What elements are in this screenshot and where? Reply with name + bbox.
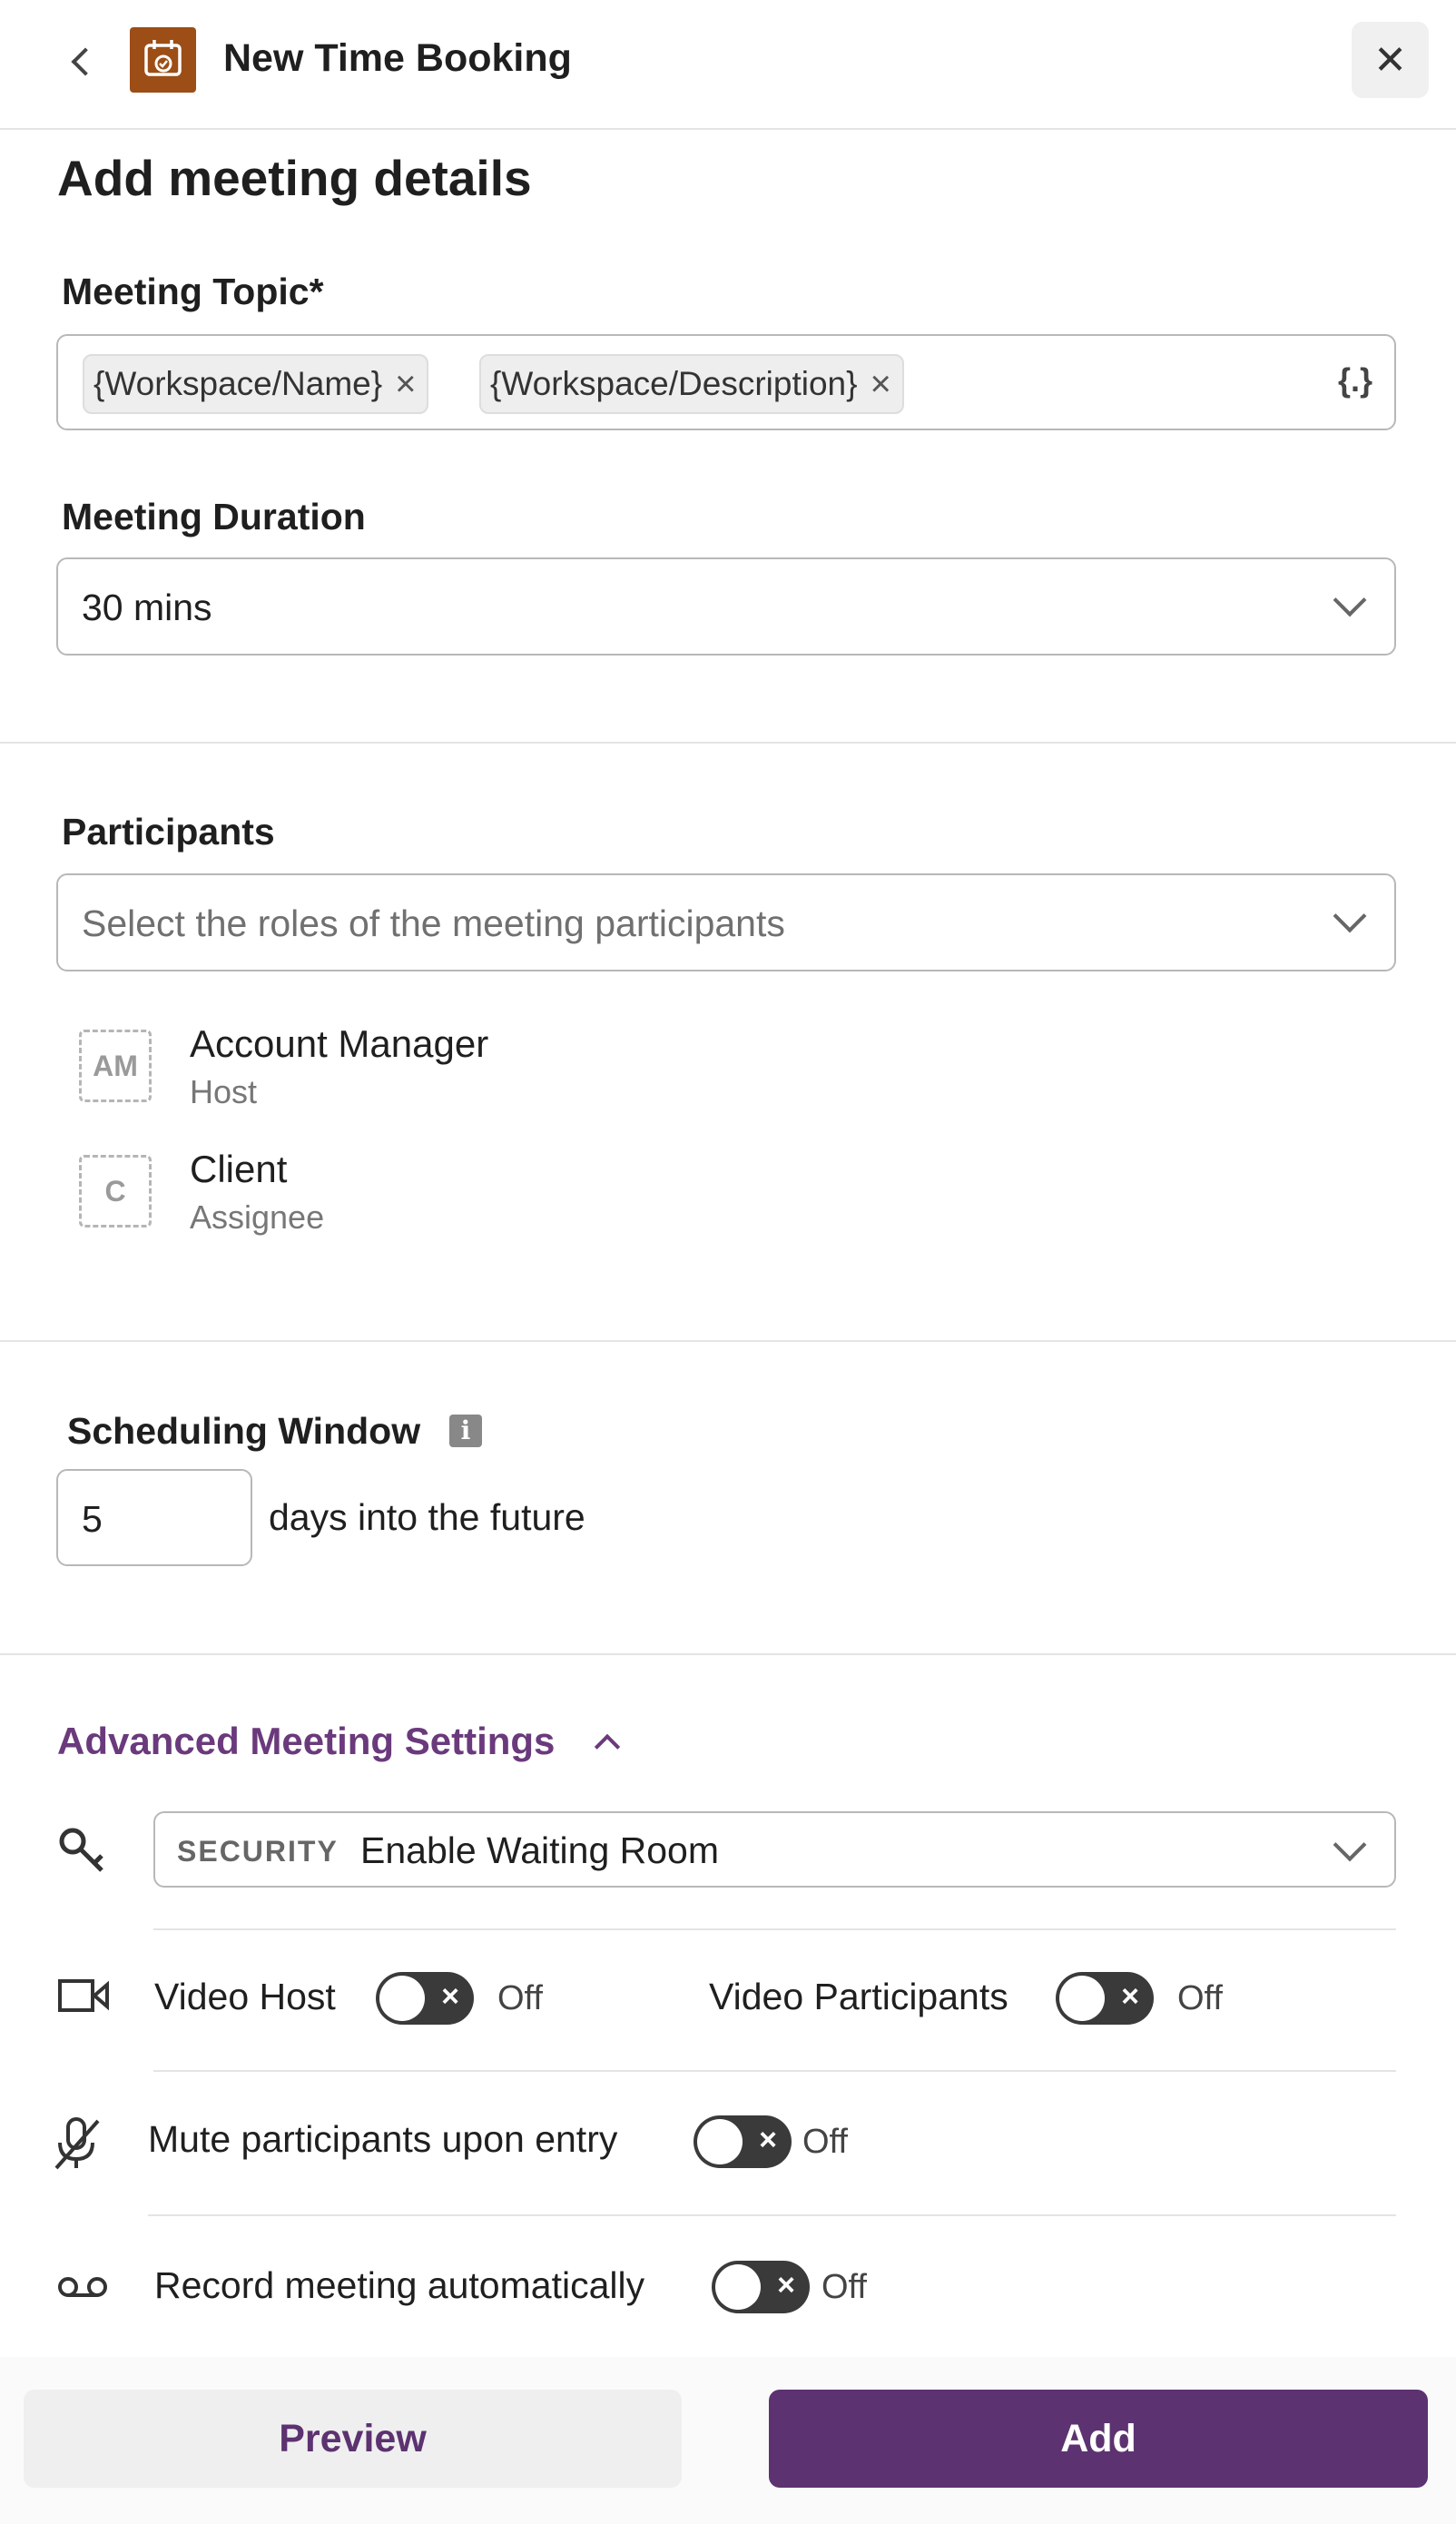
participant-name: Client bbox=[190, 1148, 288, 1190]
topic-chip: {Workspace/Name} × bbox=[83, 354, 429, 414]
video-host-state: Off bbox=[497, 1979, 543, 2017]
participant-name: Account Manager bbox=[190, 1022, 489, 1065]
chevron-down-icon bbox=[1333, 899, 1367, 933]
advanced-settings-toggle[interactable]: Advanced Meeting Settings bbox=[57, 1720, 621, 1763]
avatar: C bbox=[79, 1155, 152, 1227]
participants-placeholder: Select the roles of the meeting particip… bbox=[82, 902, 785, 944]
participant-role: Host bbox=[190, 1073, 258, 1110]
avatar: AM bbox=[79, 1030, 152, 1102]
mute-toggle[interactable]: × bbox=[694, 2115, 792, 2168]
chip-label: {Workspace/Name} bbox=[93, 365, 383, 402]
close-icon: ✕ bbox=[1373, 37, 1407, 83]
calendar-check-icon bbox=[144, 40, 182, 76]
insert-variable-button[interactable]: {.} bbox=[1338, 361, 1372, 399]
header-title: New Time Booking bbox=[223, 36, 572, 80]
x-icon: × bbox=[777, 2268, 795, 2302]
section-divider bbox=[0, 1340, 1456, 1342]
meeting-duration-value: 30 mins bbox=[82, 587, 212, 628]
chevron-down-icon bbox=[1333, 1828, 1367, 1862]
voicemail-icon bbox=[58, 2277, 107, 2297]
app-icon bbox=[130, 27, 196, 93]
record-label: Record meeting automatically bbox=[154, 2264, 645, 2306]
topic-chip: {Workspace/Description} × bbox=[479, 354, 904, 414]
video-participants-state: Off bbox=[1177, 1979, 1223, 2017]
scheduling-window-label: Scheduling Window bbox=[67, 1410, 421, 1452]
video-camera-icon bbox=[58, 1979, 109, 2012]
meeting-topic-label: Meeting Topic* bbox=[62, 271, 324, 312]
close-button[interactable]: ✕ bbox=[1352, 22, 1429, 98]
page-title: Add meeting details bbox=[57, 150, 532, 206]
participant-role: Assignee bbox=[190, 1198, 325, 1236]
row-divider bbox=[153, 2070, 1396, 2072]
add-button[interactable]: Add bbox=[769, 2390, 1428, 2488]
scheduling-window-input[interactable]: 5 bbox=[56, 1469, 252, 1566]
record-state: Off bbox=[821, 2268, 867, 2306]
scheduling-window-suffix: days into the future bbox=[269, 1496, 585, 1538]
mute-state: Off bbox=[802, 2123, 848, 2161]
section-divider bbox=[0, 742, 1456, 744]
preview-button[interactable]: Preview bbox=[24, 2390, 682, 2488]
video-host-label: Video Host bbox=[154, 1976, 336, 2017]
header-divider bbox=[0, 128, 1456, 130]
microphone-off-icon bbox=[54, 2117, 100, 2170]
toggle-knob bbox=[715, 2264, 761, 2310]
scheduling-window-value: 5 bbox=[82, 1498, 103, 1540]
chip-label: {Workspace/Description} bbox=[490, 365, 858, 402]
chevron-left-icon bbox=[71, 47, 100, 76]
meeting-duration-select[interactable]: 30 mins bbox=[56, 557, 1396, 656]
meeting-topic-input[interactable]: {Workspace/Name} × {Workspace/Descriptio… bbox=[56, 334, 1396, 430]
video-participants-toggle[interactable]: × bbox=[1056, 1972, 1154, 2025]
security-value: Enable Waiting Room bbox=[360, 1829, 720, 1871]
toggle-knob bbox=[1059, 1976, 1105, 2021]
participants-label: Participants bbox=[62, 811, 275, 853]
back-button[interactable] bbox=[56, 36, 107, 87]
toggle-knob bbox=[379, 1976, 425, 2021]
info-icon[interactable]: i bbox=[449, 1415, 482, 1447]
participants-select[interactable]: Select the roles of the meeting particip… bbox=[56, 873, 1396, 971]
meeting-duration-label: Meeting Duration bbox=[62, 496, 366, 537]
security-select[interactable]: SECURITY Enable Waiting Room bbox=[153, 1811, 1396, 1888]
security-tag: SECURITY bbox=[177, 1835, 339, 1868]
chevron-up-icon bbox=[595, 1733, 621, 1760]
advanced-settings-title: Advanced Meeting Settings bbox=[57, 1720, 556, 1762]
row-divider bbox=[153, 1928, 1396, 1930]
chip-remove-icon[interactable]: × bbox=[870, 364, 890, 405]
chip-remove-icon[interactable]: × bbox=[395, 364, 416, 405]
x-icon: × bbox=[1121, 1979, 1139, 2014]
mute-label: Mute participants upon entry bbox=[148, 2118, 618, 2160]
toggle-knob bbox=[697, 2119, 743, 2164]
section-divider bbox=[0, 1653, 1456, 1655]
video-host-toggle[interactable]: × bbox=[376, 1972, 474, 2025]
x-icon: × bbox=[759, 2123, 777, 2157]
record-toggle[interactable]: × bbox=[712, 2261, 810, 2313]
x-icon: × bbox=[441, 1979, 459, 2014]
video-participants-label: Video Participants bbox=[709, 1976, 1008, 2017]
chevron-down-icon bbox=[1333, 583, 1367, 617]
key-icon bbox=[59, 1828, 103, 1872]
row-divider bbox=[148, 2214, 1396, 2216]
